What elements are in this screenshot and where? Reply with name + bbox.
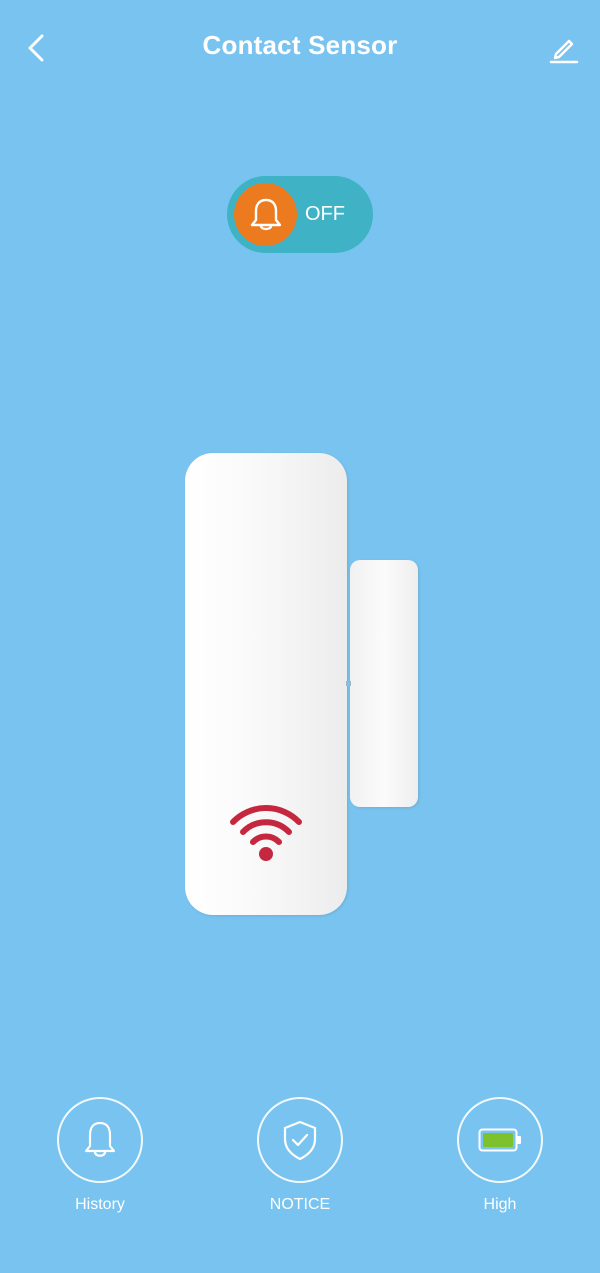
history-label: History	[75, 1196, 125, 1213]
pencil-icon	[549, 39, 579, 64]
alarm-knob	[234, 183, 297, 246]
header-bar: Contact Sensor	[0, 0, 600, 100]
history-button[interactable]	[57, 1097, 143, 1183]
notice-button[interactable]	[257, 1097, 343, 1183]
sensor-gap-indicator	[346, 681, 351, 686]
battery-button[interactable]	[457, 1097, 543, 1183]
edit-button[interactable]	[542, 26, 586, 70]
battery-label: High	[483, 1196, 517, 1213]
battery-icon	[478, 1128, 521, 1152]
shield-check-icon	[283, 1120, 317, 1161]
bell-icon	[250, 198, 281, 230]
alarm-state-label: OFF	[305, 203, 345, 225]
page-title: Contact Sensor	[202, 30, 398, 60]
bell-icon	[84, 1121, 116, 1157]
alarm-toggle[interactable]: OFF	[227, 176, 373, 253]
wifi-icon	[230, 805, 302, 861]
notice-label: NOTICE	[269, 1196, 331, 1213]
sensor-magnet	[350, 560, 418, 807]
